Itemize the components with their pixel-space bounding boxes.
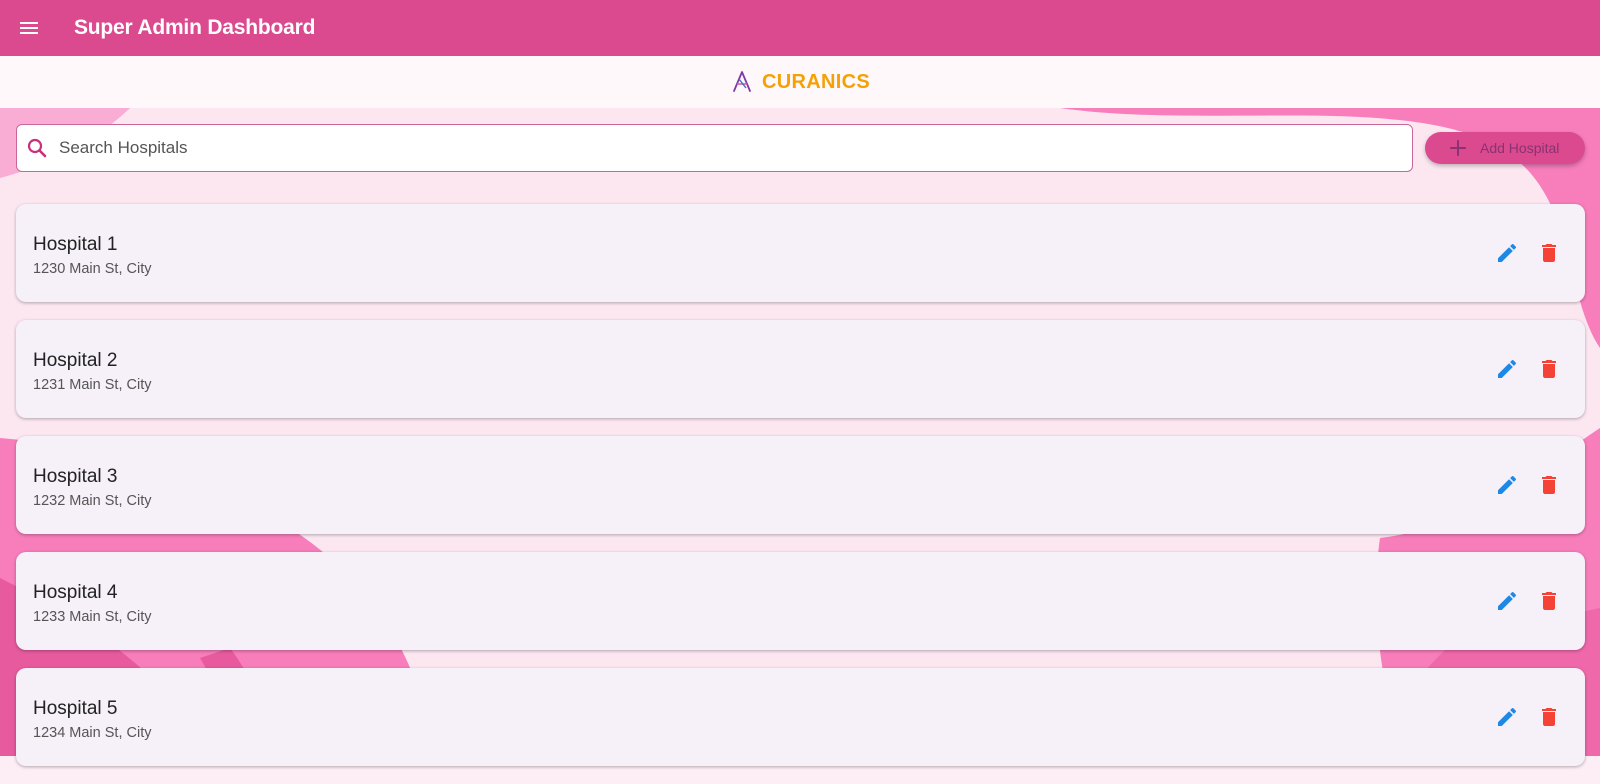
hospital-name: Hospital 5 xyxy=(33,698,118,719)
hospital-card[interactable]: Hospital 1 1230 Main St, City xyxy=(16,204,1585,302)
hospital-list: Hospital 1 1230 Main St, City Hospital 2… xyxy=(16,204,1585,784)
curanics-logo-icon xyxy=(730,70,754,94)
edit-button[interactable] xyxy=(1495,705,1519,729)
app-bar: Super Admin Dashboard xyxy=(0,0,1600,56)
delete-button[interactable] xyxy=(1537,473,1561,497)
search-input[interactable] xyxy=(57,137,1391,159)
brand-header: CURANICS xyxy=(0,56,1600,108)
hospital-card[interactable]: Hospital 5 1234 Main St, City xyxy=(16,668,1585,766)
pencil-icon xyxy=(1498,591,1517,610)
edit-button[interactable] xyxy=(1495,589,1519,613)
edit-button[interactable] xyxy=(1495,241,1519,265)
hospital-name: Hospital 2 xyxy=(33,350,118,371)
hospital-card[interactable]: Hospital 2 1231 Main St, City xyxy=(16,320,1585,418)
trash-icon xyxy=(1542,592,1556,610)
app-title: Super Admin Dashboard xyxy=(74,16,316,39)
hospital-name: Hospital 3 xyxy=(33,466,118,487)
delete-button[interactable] xyxy=(1537,357,1561,381)
hospital-name: Hospital 4 xyxy=(33,582,118,603)
hospital-address: 1230 Main St, City xyxy=(33,261,152,277)
pencil-icon xyxy=(1498,707,1517,726)
edit-button[interactable] xyxy=(1495,357,1519,381)
menu-icon xyxy=(20,22,38,34)
search-icon xyxy=(25,136,49,160)
pencil-icon xyxy=(1498,475,1517,494)
pencil-icon xyxy=(1498,359,1517,378)
hospital-address: 1234 Main St, City xyxy=(33,725,152,741)
hospital-card[interactable]: Hospital 3 1232 Main St, City xyxy=(16,436,1585,534)
hospital-card[interactable]: Hospital 4 1233 Main St, City xyxy=(16,552,1585,650)
menu-button[interactable] xyxy=(17,16,41,40)
pencil-icon xyxy=(1498,243,1517,262)
delete-button[interactable] xyxy=(1537,589,1561,613)
hospital-address: 1231 Main St, City xyxy=(33,377,152,393)
trash-icon xyxy=(1542,244,1556,262)
edit-button[interactable] xyxy=(1495,473,1519,497)
add-hospital-button[interactable]: Add Hospital xyxy=(1425,132,1585,164)
plus-icon xyxy=(1448,138,1468,158)
hospital-address: 1233 Main St, City xyxy=(33,609,152,625)
add-hospital-label: Add Hospital xyxy=(1480,140,1560,156)
main-content: Add Hospital Hospital 1 1230 Main St, Ci… xyxy=(0,108,1600,766)
hospital-address: 1232 Main St, City xyxy=(33,493,152,509)
delete-button[interactable] xyxy=(1537,241,1561,265)
trash-icon xyxy=(1542,360,1556,378)
trash-icon xyxy=(1542,476,1556,494)
search-field[interactable] xyxy=(16,124,1413,172)
trash-icon xyxy=(1542,708,1556,726)
delete-button[interactable] xyxy=(1537,705,1561,729)
hospital-name: Hospital 1 xyxy=(33,234,118,255)
brand-name: CURANICS xyxy=(762,70,870,93)
